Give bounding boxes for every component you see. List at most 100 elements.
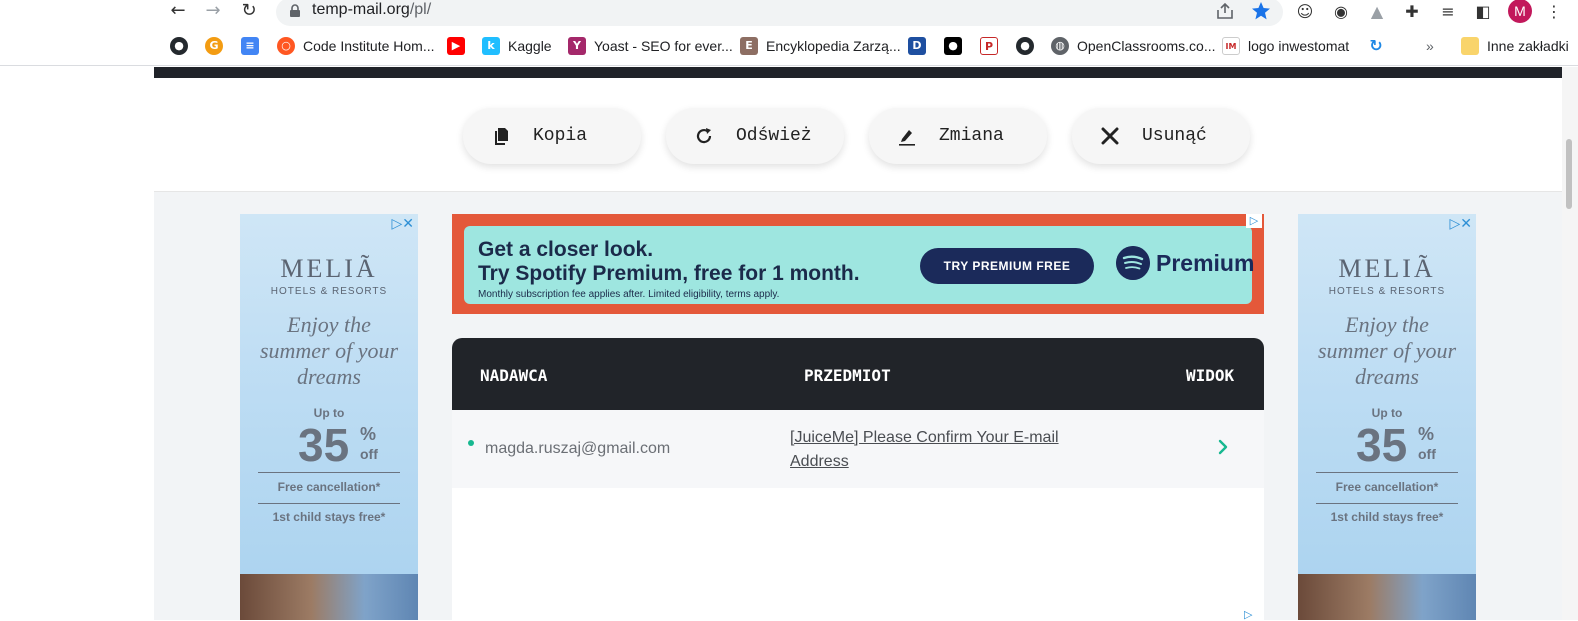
ad-divider xyxy=(1316,472,1458,473)
bookmark-star-icon[interactable] xyxy=(1250,0,1272,22)
message-sender: magda.ruszaj@gmail.com xyxy=(485,440,671,457)
bookmark-yoast[interactable]: Y Yoast - SEO for ever... xyxy=(568,36,733,56)
ad-discount: 35 xyxy=(298,419,350,471)
close-x-icon xyxy=(1101,127,1119,145)
code-institute-icon: ○ xyxy=(277,37,295,55)
bookmark-openclassrooms[interactable]: ◍ OpenClassrooms.co... xyxy=(1051,36,1216,56)
ad-brand-sub: HOTELS & RESORTS xyxy=(1328,286,1446,297)
bookmark-github-2[interactable]: ● xyxy=(1016,36,1042,56)
inwestomat-icon: IM xyxy=(1222,37,1240,55)
edit-pen-icon xyxy=(899,130,915,146)
ad-choices-icon[interactable]: ▷ xyxy=(1246,214,1262,228)
extension-face-icon[interactable]: ☺ xyxy=(1293,1,1317,23)
ad-divider xyxy=(258,503,400,504)
ad-off: off xyxy=(1418,446,1436,462)
encyclopedia-icon: E xyxy=(740,37,758,55)
column-view: WIDOK xyxy=(1186,366,1235,385)
g-logo-icon: G xyxy=(205,37,223,55)
forward-arrow-icon[interactable]: → xyxy=(201,0,225,22)
copy-label: Kopia xyxy=(533,126,588,146)
ad-choices-icon[interactable]: ▷✕ xyxy=(392,216,415,232)
spotify-logo-icon xyxy=(1116,246,1150,280)
refresh-button[interactable]: Odśwież xyxy=(666,108,844,164)
ad-line-2: 1st child stays free* xyxy=(272,510,386,524)
copy-button[interactable]: Kopia xyxy=(463,108,641,164)
email-actions-bar: Kopia Odśwież Zmiana Usunąć xyxy=(154,78,1562,192)
github-icon: ● xyxy=(1016,37,1034,55)
d-logo-icon: D xyxy=(908,37,926,55)
delete-button[interactable]: Usunąć xyxy=(1072,108,1250,164)
unread-dot-icon xyxy=(468,440,474,446)
ad-tagline: Enjoy the summer of your dreams xyxy=(1317,312,1457,389)
try-premium-button[interactable]: TRY PREMIUM FREE xyxy=(920,248,1094,284)
medium-icon: ● xyxy=(944,37,962,55)
table-row[interactable]: magda.ruszaj@gmail.com [JuiceMe] Please … xyxy=(452,410,1264,488)
ad-brand: MELIÃ xyxy=(1338,254,1436,283)
bookmark-github[interactable]: ● xyxy=(170,36,196,56)
bookmark-spinner[interactable]: ↻ xyxy=(1367,36,1393,56)
profile-avatar[interactable]: M xyxy=(1508,0,1532,23)
github-icon: ● xyxy=(170,37,188,55)
ad-off: off xyxy=(360,446,378,462)
ad-discount: 35 xyxy=(1356,419,1408,471)
scrollbar-thumb[interactable] xyxy=(1566,139,1572,209)
banner-ad-panel: Get a closer look. Try Spotify Premium, … xyxy=(464,226,1254,304)
bookmark-youtube[interactable]: ▶ xyxy=(447,36,473,56)
side-panel-icon[interactable]: ◧ xyxy=(1471,1,1495,23)
youtube-icon: ▶ xyxy=(447,37,465,55)
bookmark-kaggle[interactable]: k Kaggle xyxy=(482,36,552,56)
bookmark-g[interactable]: G xyxy=(205,36,231,56)
ad-percent: % xyxy=(360,424,377,444)
ad-line-2: 1st child stays free* xyxy=(1330,510,1444,524)
lock-icon xyxy=(290,4,300,17)
chevron-right-icon[interactable] xyxy=(1214,434,1232,460)
extensions-puzzle-icon[interactable]: ✚ xyxy=(1400,1,1424,23)
reload-icon[interactable]: ↻ xyxy=(237,0,261,22)
bookmark-pg[interactable]: P xyxy=(980,36,1006,56)
message-subject-link[interactable]: [JuiceMe] Please Confirm Your E-mail Add… xyxy=(790,426,1090,474)
ad-tagline: Enjoy the summer of your dreams xyxy=(259,312,399,389)
url-text: temp-mail.org/pl/ xyxy=(312,1,431,19)
pg-logo-icon: P xyxy=(980,37,998,55)
ad-percent: % xyxy=(1418,424,1435,444)
address-bar[interactable]: temp-mail.org/pl/ xyxy=(276,0,1283,26)
kebab-menu-icon[interactable]: ⋮ xyxy=(1542,1,1566,23)
kaggle-icon: k xyxy=(482,37,500,55)
change-button[interactable]: Zmiana xyxy=(869,108,1047,164)
globe-icon: ◍ xyxy=(1051,37,1069,55)
bookmark-encyklopedia[interactable]: E Encyklopedia Zarzą... xyxy=(740,36,901,56)
bookmark-logo-inwestomat[interactable]: IM logo inwestomat xyxy=(1222,36,1349,56)
ad-divider xyxy=(1316,503,1458,504)
change-label: Zmiana xyxy=(939,126,1004,146)
bookmark-docs[interactable]: ≡ xyxy=(241,36,267,56)
url-host: temp-mail.org xyxy=(312,1,410,18)
ad-choices-icon[interactable]: ▷✕ xyxy=(1450,216,1473,232)
browser-toolbar: ← → ↻ temp-mail.org/pl/ ☺ ◉ ▲ ✚ ≡ ◧ M ⋮ xyxy=(0,0,1578,28)
bookmark-other-folder[interactable]: Inne zakładki xyxy=(1461,36,1569,56)
extension-triangle-icon[interactable]: ▲ xyxy=(1365,1,1389,23)
docs-icon: ≡ xyxy=(241,37,259,55)
extension-grammarly-icon[interactable]: ◉ xyxy=(1329,1,1353,23)
yoast-icon: Y xyxy=(568,37,586,55)
back-arrow-icon[interactable]: ← xyxy=(166,0,190,22)
refresh-label: Odśwież xyxy=(736,126,812,146)
bookmark-code-institute[interactable]: ○ Code Institute Hom... xyxy=(277,36,435,56)
side-ad-right[interactable]: ▷✕ MELIÃ HOTELS & RESORTS Enjoy the summe… xyxy=(1298,214,1476,620)
delete-label: Usunąć xyxy=(1142,126,1207,146)
bookmark-d[interactable]: D xyxy=(908,36,934,56)
side-ad-left[interactable]: ▷✕ MELIÃ HOTELS & RESORTS Enjoy the summe… xyxy=(240,214,418,620)
inbox-table: NADAWCA PRZEDMIOT WIDOK magda.ruszaj@gma… xyxy=(452,338,1264,620)
copy-icon xyxy=(495,128,508,145)
banner-fine-print: Monthly subscription fee applies after. … xyxy=(478,289,780,300)
bookmarks-overflow[interactable]: » xyxy=(1426,36,1434,56)
page-scrollbar[interactable] xyxy=(1562,67,1578,620)
share-icon[interactable] xyxy=(1214,0,1236,22)
banner-ad[interactable]: Get a closer look. Try Spotify Premium, … xyxy=(452,214,1264,314)
bookmark-medium[interactable]: ● xyxy=(944,36,970,56)
ad-choices-icon[interactable]: ▷ xyxy=(1244,608,1262,621)
ad-line-1: Free cancellation* xyxy=(1335,480,1439,494)
folder-icon xyxy=(1461,37,1479,55)
media-queue-icon[interactable]: ≡ xyxy=(1436,1,1460,23)
column-sender: NADAWCA xyxy=(480,366,548,385)
ad-photo xyxy=(240,574,418,620)
